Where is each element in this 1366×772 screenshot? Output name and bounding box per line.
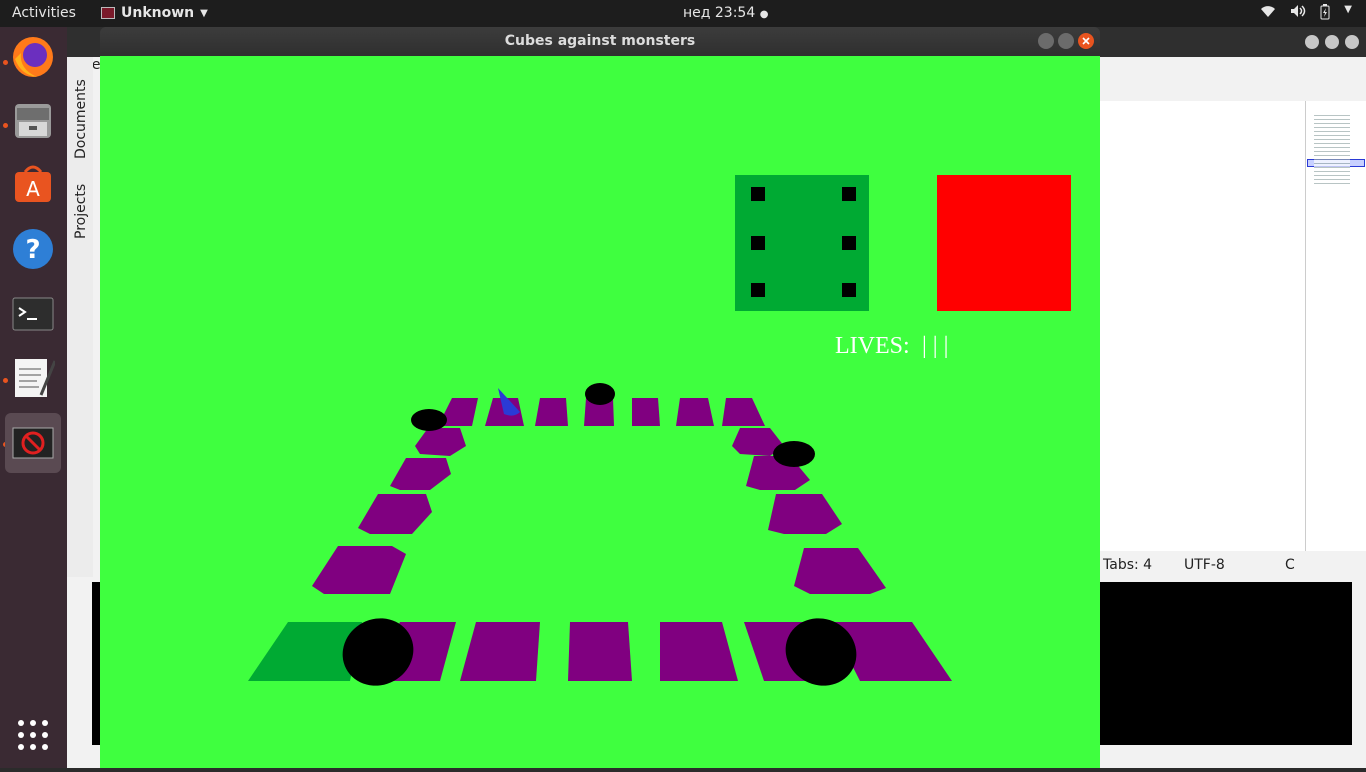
tab-documents[interactable]: Documents [73,79,89,159]
battery-icon[interactable] [1320,4,1330,24]
dock: A ? [0,27,67,768]
game-window: Cubes against monsters LIVES: | | | [100,27,1100,768]
minimap[interactable] [1305,101,1366,551]
top-bar: Activities Unknown ▼ нед 23:54 ● ▼ [0,0,1366,27]
tile [768,494,842,534]
tile [415,428,466,456]
tile [794,548,886,594]
software-icon[interactable]: A [8,159,58,209]
tile [390,458,451,490]
lives-value: | | | [922,333,948,359]
status-language[interactable]: C [1285,557,1295,573]
clock-label: нед 23:54 [683,5,756,21]
tab-projects[interactable]: Projects [73,184,89,239]
system-tray[interactable]: ▼ [1260,4,1352,24]
monster [785,618,857,686]
text-editor-icon[interactable] [8,352,58,402]
notification-dot-icon: ● [759,9,769,20]
close-button[interactable] [1078,33,1094,49]
game-scene: LIVES: | | | [248,175,1071,686]
status-encoding[interactable]: UTF-8 [1184,557,1225,573]
monster [585,383,615,405]
tile [722,398,765,426]
minimap-lines [1314,115,1350,185]
svg-text:A: A [26,177,40,201]
clock[interactable]: нед 23:54 ● [683,5,768,21]
red-block[interactable] [937,175,1071,311]
svg-text:?: ? [25,235,40,265]
editor-statusbar: Tabs: 4 UTF-8 C [1100,553,1366,577]
monster [773,441,815,467]
app-menu[interactable]: Unknown ▼ [101,5,208,21]
status-tabs[interactable]: Tabs: 4 [1103,557,1152,573]
game-titlebar[interactable]: Cubes against monsters [100,27,1100,56]
tile [312,546,406,594]
app-menu-icon [101,7,115,19]
lives-label: LIVES: [835,333,910,359]
volume-icon[interactable] [1290,4,1306,24]
editor-pane[interactable] [1100,101,1305,551]
window-title: Cubes against monsters [504,33,696,49]
maximize-button[interactable] [1058,33,1074,49]
activities-button[interactable]: Activities [12,5,76,21]
close-icon [1082,37,1090,45]
help-icon[interactable]: ? [8,224,58,274]
minimize-button[interactable] [1305,35,1319,49]
die[interactable] [735,175,869,311]
terminal-icon[interactable] [8,289,58,339]
wifi-icon[interactable] [1260,4,1276,24]
files-icon[interactable] [8,95,58,145]
monster [411,409,447,431]
tile [568,622,632,681]
tile [660,622,738,681]
app-running-icon[interactable] [5,413,61,473]
close-button[interactable] [1345,35,1359,49]
monster [342,618,414,686]
tile [535,398,568,426]
chevron-down-icon: ▼ [200,7,208,19]
power-menu-icon[interactable]: ▼ [1344,4,1352,24]
maximize-button[interactable] [1325,35,1339,49]
tile [358,494,432,534]
minimize-button[interactable] [1038,33,1054,49]
terminal-pane[interactable] [1100,582,1352,745]
game-canvas[interactable]: LIVES: | | | [100,56,1100,768]
tile [676,398,714,426]
tile [632,398,660,426]
show-apps-icon[interactable] [8,710,58,760]
firefox-icon[interactable] [8,32,58,82]
app-menu-label: Unknown [121,5,195,21]
tile [460,622,540,681]
